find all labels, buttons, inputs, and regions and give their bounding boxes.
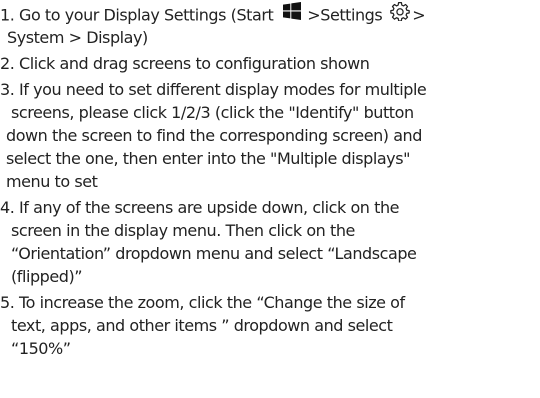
step-1-text-end: > [412,5,426,25]
step-1-line-1: 1. Go to your Display Settings (Start >Se… [0,1,426,27]
step-5-line-1: 5. To increase the zoom, click the “Chan… [0,293,405,312]
step-2-line-1: 2. Click and drag screens to configurati… [0,54,370,73]
step-4-line-3: “Orientation” dropdown menu and select “… [11,244,417,263]
step-4-line-1: 4. If any of the screens are upside down… [0,198,400,217]
step-3-line-1: 3. If you need to set different display … [0,80,427,99]
step-3-line-5: menu to set [6,172,98,191]
step-1-line-2: System > Display) [7,28,148,47]
step-4-line-2: screen in the display menu. Then click o… [11,221,355,240]
gear-icon [390,1,411,27]
step-5-line-3: “150%” [11,339,71,358]
windows-logo-icon [283,2,302,26]
step-3-line-4: select the one, then enter into the "Mul… [6,149,411,168]
step-4-line-4: (flipped)” [11,267,83,286]
step-3-line-3: down the screen to find the correspondin… [6,126,422,145]
step-5-line-2: text, apps, and other items ” dropdown a… [11,316,393,335]
step-1-text-settings: >Settings [307,5,383,25]
step-3-line-2: screens, please click 1/2/3 (click the "… [11,103,414,122]
step-1-text-start: 1. Go to your Display Settings (Start [0,5,274,25]
